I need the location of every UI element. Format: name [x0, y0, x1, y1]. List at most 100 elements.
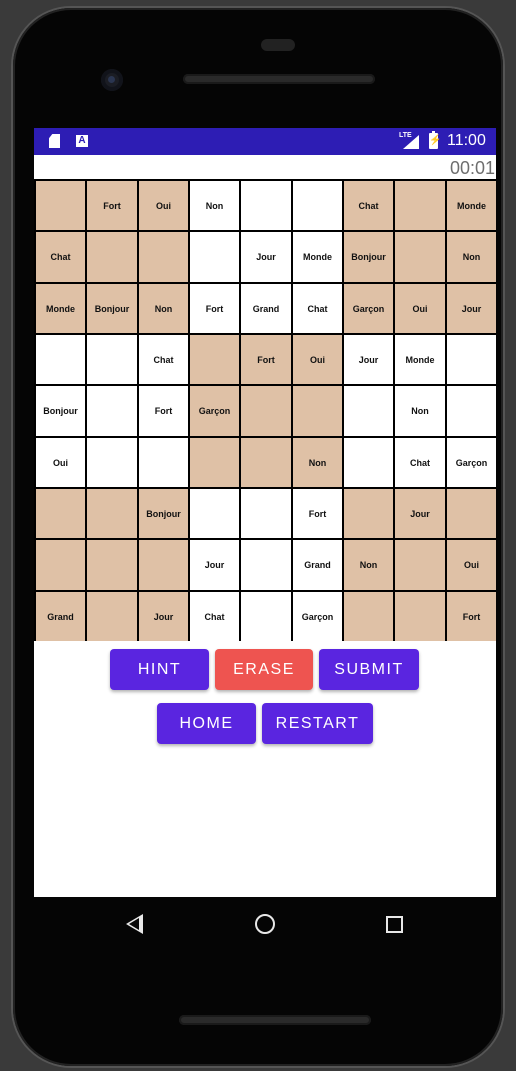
grid-cell[interactable] — [395, 232, 445, 282]
grid-cell[interactable] — [344, 592, 393, 641]
back-icon[interactable] — [126, 914, 143, 934]
grid-cell[interactable]: Oui — [293, 335, 342, 384]
grid-cell[interactable]: Non — [139, 284, 188, 333]
grid-cell[interactable] — [241, 489, 291, 538]
grid-cell[interactable] — [447, 489, 496, 538]
grid-cell[interactable] — [87, 335, 137, 384]
grid-cell[interactable]: Jour — [190, 540, 239, 590]
grid-cell[interactable] — [190, 489, 239, 538]
grid-cell[interactable] — [190, 335, 239, 384]
home-button[interactable]: HOME — [157, 703, 256, 744]
grid-cell[interactable]: Chat — [139, 335, 188, 384]
submit-button[interactable]: SUBMIT — [319, 649, 419, 690]
grid-cell[interactable]: Garçon — [447, 438, 496, 487]
hint-button[interactable]: HINT — [110, 649, 209, 690]
grid-cell[interactable]: Jour — [447, 284, 496, 333]
grid-cell[interactable]: Jour — [344, 335, 393, 384]
grid-cell[interactable]: Monde — [395, 335, 445, 384]
battery-charging-icon — [429, 131, 438, 149]
grid-cell[interactable]: Oui — [447, 540, 496, 590]
recent-apps-icon[interactable] — [386, 916, 403, 933]
grid-cell[interactable] — [87, 438, 137, 487]
keyboard-a-icon: A — [76, 135, 88, 147]
grid-cell[interactable] — [36, 540, 85, 590]
game-timer: 00:01 — [449, 158, 495, 178]
grid-cell[interactable]: Fort — [293, 489, 342, 538]
grid-cell[interactable]: Non — [447, 232, 496, 282]
grid-cell[interactable]: Jour — [139, 592, 188, 641]
grid-cell[interactable] — [87, 489, 137, 538]
grid-cell[interactable]: Chat — [36, 232, 85, 282]
grid-cell[interactable]: Garçon — [344, 284, 393, 333]
grid-cell[interactable] — [87, 592, 137, 641]
grid-cell[interactable]: Bonjour — [87, 284, 137, 333]
grid-cell[interactable]: Grand — [36, 592, 85, 641]
grid-cell[interactable] — [87, 232, 137, 282]
grid-cell[interactable] — [447, 386, 496, 436]
restart-button[interactable]: RESTART — [262, 703, 373, 744]
grid-cell[interactable] — [241, 540, 291, 590]
grid-cell[interactable] — [36, 335, 85, 384]
grid-cell[interactable] — [447, 335, 496, 384]
grid-cell[interactable]: Garçon — [293, 592, 342, 641]
grid-cell[interactable]: Chat — [190, 592, 239, 641]
grid-cell[interactable]: Fort — [241, 335, 291, 384]
grid-cell[interactable]: Chat — [395, 438, 445, 487]
grid-cell[interactable]: Bonjour — [344, 232, 393, 282]
grid-cell[interactable]: Non — [293, 438, 342, 487]
sd-card-icon — [49, 134, 60, 148]
grid-cell[interactable]: Grand — [241, 284, 291, 333]
grid-cell[interactable]: Monde — [447, 181, 496, 230]
grid-cell[interactable] — [293, 386, 342, 436]
grid-cell[interactable]: Garçon — [190, 386, 239, 436]
bottom-speaker — [179, 1015, 371, 1025]
grid-cell[interactable]: Fort — [87, 181, 137, 230]
grid-cell[interactable]: Oui — [395, 284, 445, 333]
grid-cell[interactable]: Non — [344, 540, 393, 590]
grid-cell[interactable] — [139, 540, 188, 590]
lte-label: LTE — [399, 132, 412, 139]
grid-cell[interactable]: Fort — [139, 386, 188, 436]
grid-cell[interactable] — [293, 181, 342, 230]
grid-cell[interactable]: Chat — [344, 181, 393, 230]
grid-cell[interactable] — [241, 438, 291, 487]
grid-cell[interactable]: Jour — [395, 489, 445, 538]
grid-cell[interactable]: Non — [395, 386, 445, 436]
grid-cell[interactable]: Non — [190, 181, 239, 230]
home-icon[interactable] — [255, 914, 275, 934]
grid-cell[interactable] — [395, 592, 445, 641]
grid-cell[interactable]: Monde — [293, 232, 342, 282]
grid-cell[interactable] — [395, 181, 445, 230]
grid-cell[interactable] — [344, 386, 393, 436]
grid-cell[interactable] — [190, 438, 239, 487]
grid-cell[interactable] — [241, 592, 291, 641]
grid-cell[interactable]: Grand — [293, 540, 342, 590]
grid-cell[interactable] — [139, 438, 188, 487]
grid-cell[interactable]: Jour — [241, 232, 291, 282]
earpiece-speaker — [183, 74, 375, 84]
grid-cell[interactable] — [190, 232, 239, 282]
grid-cell[interactable]: Monde — [36, 284, 85, 333]
grid-cell[interactable] — [344, 489, 393, 538]
grid-cell[interactable]: Bonjour — [139, 489, 188, 538]
grid-cell[interactable] — [139, 232, 188, 282]
grid-cell[interactable] — [241, 386, 291, 436]
sudoku-grid: Fort Oui Non Chat Monde Chat Jour Monde Bonjour N… — [34, 179, 496, 641]
grid-cell[interactable] — [36, 489, 85, 538]
grid-cell[interactable]: Fort — [190, 284, 239, 333]
status-bar: A LTE 11:00 — [34, 128, 496, 155]
grid-cell[interactable]: Chat — [293, 284, 342, 333]
grid-cell[interactable] — [87, 540, 137, 590]
grid-cell[interactable]: Oui — [139, 181, 188, 230]
grid-cell[interactable] — [36, 181, 85, 230]
app-screen: A LTE 11:00 00:01 FortOuiNonChatMondeCha… — [34, 128, 496, 897]
grid-cell[interactable] — [87, 386, 137, 436]
grid-cell[interactable]: Bonjour — [36, 386, 85, 436]
grid-cell[interactable]: Fort — [447, 592, 496, 641]
erase-button[interactable]: ERASE — [215, 649, 313, 690]
grid-cell[interactable] — [395, 540, 445, 590]
grid-cell[interactable] — [241, 181, 291, 230]
grid-cell[interactable]: Oui — [36, 438, 85, 487]
front-camera — [101, 69, 123, 91]
grid-cell[interactable] — [344, 438, 393, 487]
